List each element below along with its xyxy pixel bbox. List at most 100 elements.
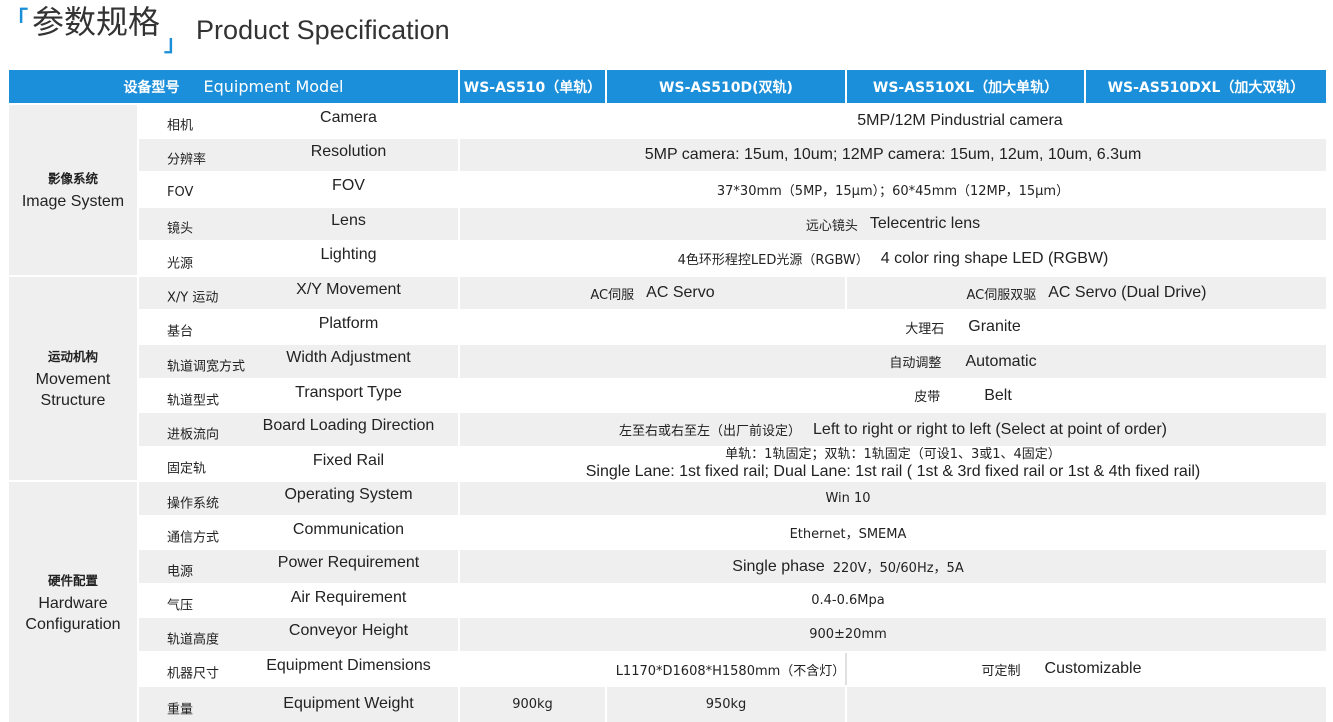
value-dimensions-right-cn: 可定制	[981, 663, 1021, 679]
category-movement-en-1: Movement	[35, 371, 111, 388]
label-power-en: Power Requirement	[277, 554, 420, 571]
label-loading: 进板流向 Board Loading Direction	[139, 413, 458, 446]
title-cn: 参数规格	[32, 3, 161, 41]
label-air-en: Air Requirement	[290, 589, 407, 606]
value-lighting-en: 4 color ring shape LED (RGBW)	[880, 249, 1109, 267]
label-xy: X/Y 运动 X/Y Movement	[139, 277, 458, 309]
label-weight: 重量 Equipment Weight	[139, 687, 458, 722]
header-model-en: Equipment Model	[203, 77, 344, 96]
category-hardware-configuration: 硬件配置 Hardware Configuration	[9, 482, 137, 722]
value-xy-left-cn: AC伺服	[590, 287, 635, 303]
category-hardware-cn: 硬件配置	[47, 572, 98, 588]
value-xy-left-en: AC Servo	[646, 284, 715, 301]
label-xy-en: X/Y Movement	[296, 281, 401, 298]
label-comm-en: Communication	[292, 521, 405, 538]
label-fov-en: FOV	[332, 177, 365, 194]
value-lighting: 4色环形程控LED光源（RGBW） 4 color ring shape LED…	[460, 242, 1326, 275]
label-transport-en: Transport Type	[295, 384, 402, 401]
value-xy-right-en: AC Servo (Dual Drive)	[1048, 284, 1207, 301]
label-width: 轨道调宽方式 Width Adjustment	[139, 345, 458, 378]
label-camera-en: Camera	[320, 109, 377, 126]
category-image-en: Image System	[21, 193, 125, 210]
value-transport-en: Belt	[984, 386, 1012, 404]
header-equipment-model: 设备型号 Equipment Model	[9, 70, 458, 103]
value-dimensions-right: 可定制 Customizable	[847, 653, 1326, 685]
label-fixed: 固定轨 Fixed Rail	[139, 448, 458, 480]
category-image-cn: 影像系统	[47, 171, 98, 186]
value-fixed-en: Single Lane: 1st fixed rail; Dual Lane: …	[585, 463, 1201, 480]
label-comm: 通信方式 Communication	[139, 517, 458, 548]
value-lens-cn: 远心镜头	[805, 218, 858, 234]
value-fixed: 单轨：1轨固定；双轨：1轨固定（可设1、3或1、4固定） Single Lane…	[460, 446, 1326, 482]
value-platform-en: Granite	[968, 318, 1021, 335]
label-height: 轨道高度 Conveyor Height	[139, 618, 458, 651]
label-platform: 基台 Platform	[139, 311, 458, 343]
header-model-4: WS-AS510DXL（加大双轨）	[1086, 70, 1326, 103]
value-fixed-cn: 单轨：1轨固定；双轨：1轨固定（可设1、3或1、4固定）	[725, 447, 1061, 462]
value-fov: 37*30mm（5MP，15μm）；60*45mm（12MP，15μm）	[716, 184, 1070, 199]
title-bracket-right: 」	[164, 31, 187, 56]
header-model-cn: 设备型号	[123, 79, 180, 96]
label-lighting-en: Lighting	[320, 246, 377, 263]
column-divider-weight-2	[845, 687, 847, 722]
label-fov: FOV FOV	[139, 173, 458, 206]
value-power: Single phase 220V，50/60Hz，5A	[460, 550, 1236, 583]
value-loading: 左至右或右至左（出厂前设定） Left to right or right to…	[460, 413, 1326, 446]
value-weight-1: 900kg	[512, 697, 553, 712]
category-movement-en-2: Structure	[40, 392, 106, 409]
category-movement-cn: 运动机构	[47, 349, 98, 364]
value-width-cn: 自动调整	[889, 356, 942, 371]
label-power: 电源 Power Requirement	[139, 550, 458, 583]
label-lens-en: Lens	[331, 212, 366, 229]
category-movement-structure: 运动机构 Movement Structure	[9, 277, 137, 480]
label-platform-en: Platform	[318, 315, 379, 332]
page-title: 「 参数规格 」 Product Specification	[6, 0, 450, 60]
label-lens: 镜头 Lens	[139, 208, 458, 240]
header-model-1: WS-AS510（单轨）	[460, 70, 605, 103]
label-os-en: Operating System	[284, 486, 413, 503]
label-width-en: Width Adjustment	[286, 349, 411, 366]
value-power-sm: 220V，50/60Hz，5A	[832, 561, 964, 576]
value-resolution: 5MP camera: 15um, 10um; 12MP camera: 15u…	[644, 146, 1142, 163]
label-weight-en: Equipment Weight	[283, 695, 414, 712]
value-lighting-cn: 4色环形程控LED光源（RGBW）	[677, 253, 869, 268]
label-camera: 相机 Camera	[139, 105, 458, 137]
value-platform: 大理石 Granite	[460, 311, 1326, 343]
value-comm: Ethernet，SMEMA	[789, 527, 907, 542]
label-dimensions: 机器尺寸 Equipment Dimensions	[139, 653, 458, 685]
value-lens: 远心镜头 Telecentric lens	[460, 208, 1326, 240]
category-hardware-en-1: Hardware	[38, 594, 108, 612]
value-width: 自动调整 Automatic	[460, 345, 1326, 378]
value-camera: 5MP/12M Pindustrial camera	[857, 112, 1063, 129]
category-image-system: 影像系统 Image System	[9, 105, 137, 275]
header-model-2: WS-AS510D(双轨)	[607, 70, 845, 103]
value-platform-cn: 大理石	[905, 321, 945, 337]
value-transport: 皮带 Belt	[460, 380, 1326, 411]
label-resolution-en: Resolution	[310, 143, 387, 160]
label-transport: 轨道型式 Transport Type	[139, 380, 458, 411]
value-xy-left: AC伺服 AC Servo	[460, 277, 845, 309]
label-os: 操作系统 Operating System	[139, 482, 458, 515]
header-model-3: WS-AS510XL（加大单轨）	[847, 70, 1084, 103]
label-height-en: Conveyor Height	[288, 622, 409, 639]
value-dimensions-right-en: Customizable	[1044, 660, 1142, 677]
label-air: 气压 Air Requirement	[139, 585, 458, 616]
value-lens-en: Telecentric lens	[869, 215, 981, 232]
value-loading-en: Left to right or right to left (Select a…	[813, 420, 1167, 438]
label-loading-en: Board Loading Direction	[262, 417, 435, 434]
value-os: Win 10	[825, 491, 871, 506]
value-height: 900±20mm	[809, 627, 887, 642]
value-air: 0.4-0.6Mpa	[811, 593, 885, 608]
value-loading-cn: 左至右或右至左（出厂前设定）	[619, 424, 802, 439]
title-en: Product Specification	[196, 15, 450, 45]
value-xy-right: AC伺服双驱 AC Servo (Dual Drive)	[847, 277, 1326, 309]
title-bracket-left: 「	[6, 7, 29, 32]
value-transport-cn: 皮带	[914, 390, 941, 405]
value-width-en: Automatic	[965, 352, 1037, 370]
label-lighting: 光源 Lighting	[139, 242, 458, 275]
value-weight-2: 950kg	[705, 697, 747, 712]
label-fixed-en: Fixed Rail	[312, 452, 385, 469]
value-power-en: Single phase	[732, 557, 825, 575]
label-resolution: 分辨率 Resolution	[139, 139, 458, 171]
value-xy-right-cn: AC伺服双驱	[966, 287, 1037, 303]
